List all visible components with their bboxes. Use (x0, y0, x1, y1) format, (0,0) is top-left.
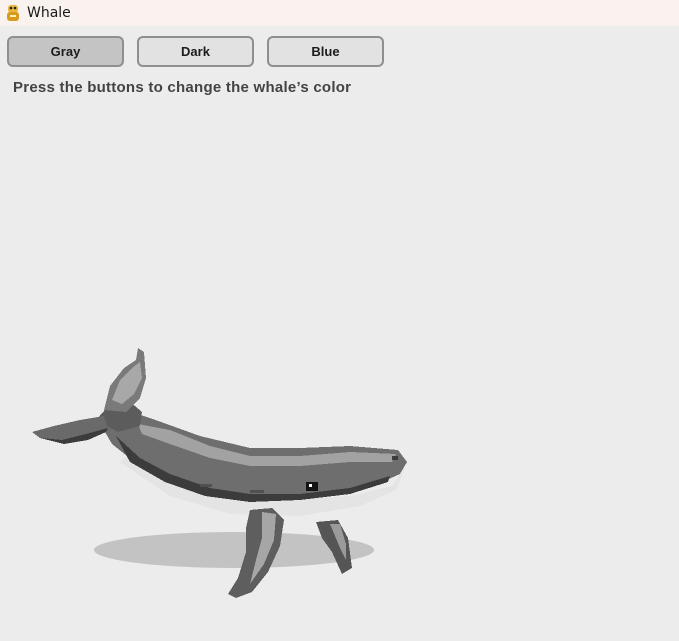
whale-scene (32, 348, 407, 598)
whale-marking (392, 456, 398, 460)
app-window: Whale Gray Dark Blue Press the buttons t… (0, 0, 679, 641)
whale-marking (200, 484, 212, 487)
whale-lower-fluke (32, 416, 108, 440)
whale-eye-glint (309, 484, 312, 487)
whale-marking (250, 490, 264, 493)
